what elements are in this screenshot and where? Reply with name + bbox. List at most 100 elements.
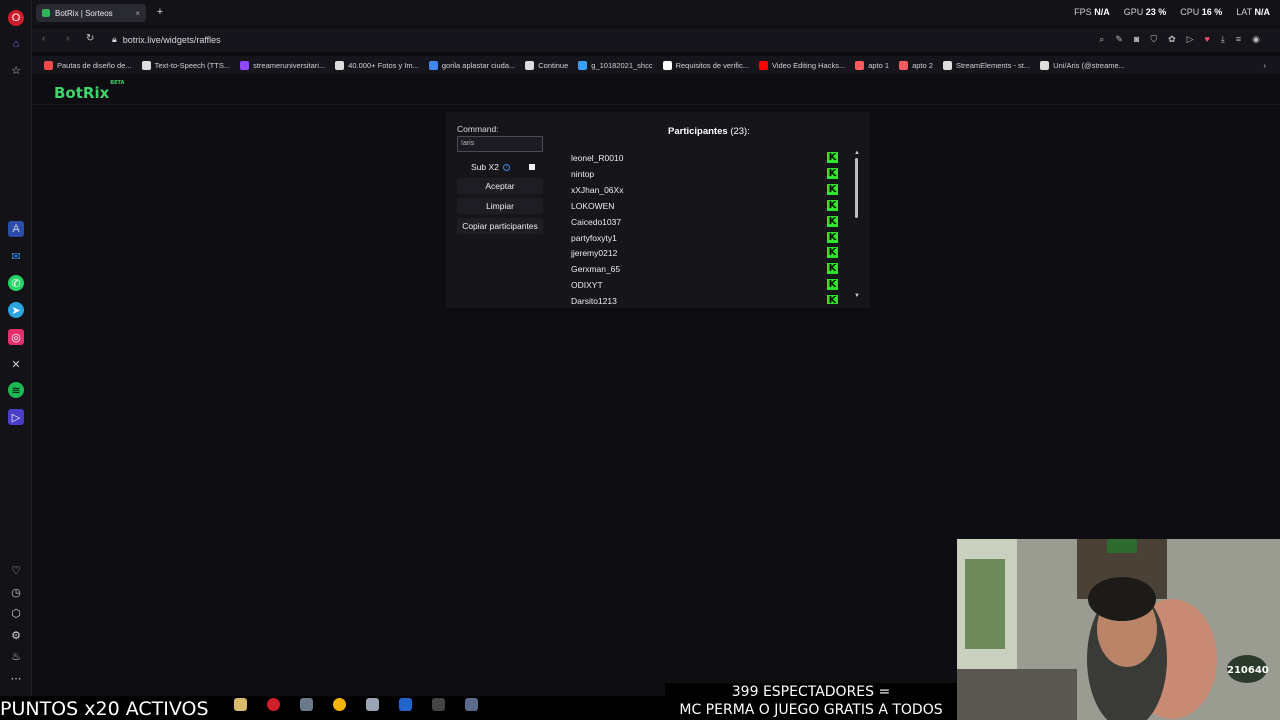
home-icon[interactable]: ⌂ [8,36,24,52]
participant-row: Gerxman_65 K [571,261,841,277]
more-icon[interactable]: ⋯ [8,670,24,686]
accept-button[interactable]: Aceptar [457,178,543,194]
bookmark-label: Pautas de diseño de... [57,60,132,70]
copy-participants-button[interactable]: Copiar participantes [457,218,543,234]
bookmark-label: streameruniversitari... [253,60,326,70]
steam-taskbar-icon[interactable] [465,698,478,711]
webcam-counter: 210640 [1227,665,1269,676]
bookmark-item[interactable]: g_10182021_shcc [578,60,653,70]
app-taskbar-icon[interactable] [300,698,313,711]
command-input[interactable]: !aris [457,136,543,152]
play-icon[interactable]: ▷ [1187,34,1194,45]
bookmark-label: Text-to-Speech (TTS... [154,60,231,70]
back-icon[interactable]: ‹ [42,33,45,44]
search-icon[interactable]: ⌕ [1099,34,1104,45]
participant-row: leonel_R0010 K [571,150,841,166]
vscode-taskbar-icon[interactable] [399,698,412,711]
epic-games-taskbar-icon[interactable] [432,698,445,711]
tab-bar: BotRix | Sorteos × + FPS N/A GPU 23 % CP… [32,0,1280,26]
menu-icon[interactable]: ≡ [1236,34,1241,45]
bookmark-item[interactable]: apto 2 [899,60,933,70]
participants-scrollbar[interactable]: ▲ ▼ [854,150,860,300]
bookmark-item[interactable]: Uni/Aris (@streame... [1040,60,1125,70]
bookmark-favicon-icon [335,60,345,70]
bookmark-label: 40.000+ Fotos y Im... [348,60,419,70]
opera-logo-icon[interactable]: O [8,10,24,26]
lock-icon: 🔒︎ [112,34,117,44]
cube-icon[interactable]: ⬡ [8,605,24,621]
webcam-feed: 210640 [957,539,1280,720]
bookmark-item[interactable]: 40.000+ Fotos y Im... [335,60,419,70]
scroll-thumb[interactable] [855,158,858,218]
bookmark-label: apto 2 [912,60,933,70]
sub-x2-checkbox[interactable] [529,164,535,170]
kick-platform-icon: K [827,183,838,195]
bookmark-item[interactable]: streameruniversitari... [240,60,326,70]
webcam-image [957,539,1280,720]
kick-platform-icon: K [827,279,838,291]
opera-taskbar-icon[interactable] [267,698,280,711]
participant-name: xXJhan_06Xx [571,184,624,195]
profile-icon[interactable]: ◉ [1252,34,1260,45]
close-tab-icon[interactable]: × [135,9,140,18]
favorite-icon[interactable]: ♥ [1205,34,1210,45]
kick-platform-icon: K [827,263,838,275]
more-bookmarks-icon[interactable]: › [1264,61,1267,70]
bookmark-favicon-icon [758,60,768,70]
bookmark-item[interactable]: Video Editing Hacks... [758,60,846,70]
history-icon[interactable]: ◷ [8,584,24,600]
participant-row: jjeremy0212 K [571,245,841,261]
clear-button[interactable]: Limpiar [457,198,543,214]
bookmark-label: apto 1 [868,60,890,70]
scroll-up-icon[interactable]: ▲ [854,150,860,156]
star-icon[interactable]: ☆ [8,62,24,78]
instagram-icon[interactable]: ◎ [8,329,24,345]
bookmark-item[interactable]: Pautas de diseño de... [44,60,132,70]
kick-platform-icon: K [827,215,838,227]
kick-platform-icon: K [827,231,838,243]
tab-title: BotRix | Sorteos [55,8,113,18]
window-taskbar-icon[interactable] [366,698,379,711]
vpn-icon[interactable]: ✿ [1168,34,1176,45]
bookmark-label: StreamElements - st... [955,60,1031,70]
player-icon[interactable]: ▷ [8,409,24,425]
file-explorer-icon[interactable] [234,698,247,711]
bookmark-item[interactable]: gorila aplastar ciuda... [428,60,515,70]
edit-icon[interactable]: ✎ [1115,34,1123,45]
chrome-taskbar-icon[interactable] [333,698,346,711]
raffle-panel: Command: !aris Sub X2 i Aceptar Limpiar … [446,112,870,308]
url-field[interactable]: 🔒︎ botrix.live/widgets/raffles [112,34,221,45]
forward-icon[interactable]: › [66,33,69,44]
spotify-icon[interactable]: ≋ [8,382,24,398]
bookmark-item[interactable]: StreamElements - st... [942,60,1031,70]
bookmark-label: Video Editing Hacks... [771,60,846,70]
sub-x2-option: Sub X2 i [471,162,510,172]
lightbulb-icon[interactable]: ♨ [8,648,24,664]
heart-icon[interactable]: ♡ [8,562,24,578]
participant-row: Caicedo1037 K [571,214,841,230]
sub-x2-label: Sub X2 [471,162,499,172]
new-tab-icon[interactable]: + [154,6,166,18]
command-label: Command: [457,124,499,134]
aria-icon[interactable]: A [8,221,24,237]
x-icon[interactable]: ✕ [8,356,24,372]
whatsapp-icon[interactable]: ✆ [8,275,24,291]
bookmark-item[interactable]: Continue [525,60,568,70]
bookmark-item[interactable]: apto 1 [855,60,890,70]
download-icon[interactable]: ⤓ [1221,34,1225,45]
settings-icon[interactable]: ⚙ [8,627,24,643]
botrix-logo[interactable]: BotRixBETA [54,80,124,102]
participant-name: partyfoxyty1 [571,232,617,243]
taskbar [234,698,478,711]
reload-icon[interactable]: ↻ [86,33,94,44]
telegram-icon[interactable]: ➤ [8,302,24,318]
tab-botrix[interactable]: BotRix | Sorteos × [36,4,146,22]
info-icon[interactable]: i [502,163,510,171]
messenger-icon[interactable]: ✉ [8,248,24,264]
bookmark-item[interactable]: Text-to-Speech (TTS... [141,60,231,70]
bookmark-item[interactable]: Requisitos de verific... [662,60,749,70]
scroll-down-icon[interactable]: ▼ [854,293,860,299]
shield-icon[interactable]: ⛉ [1150,34,1157,45]
camera-icon[interactable]: ◙ [1134,34,1139,45]
viewers-line-1: 399 ESPECTADORES = [731,684,891,700]
